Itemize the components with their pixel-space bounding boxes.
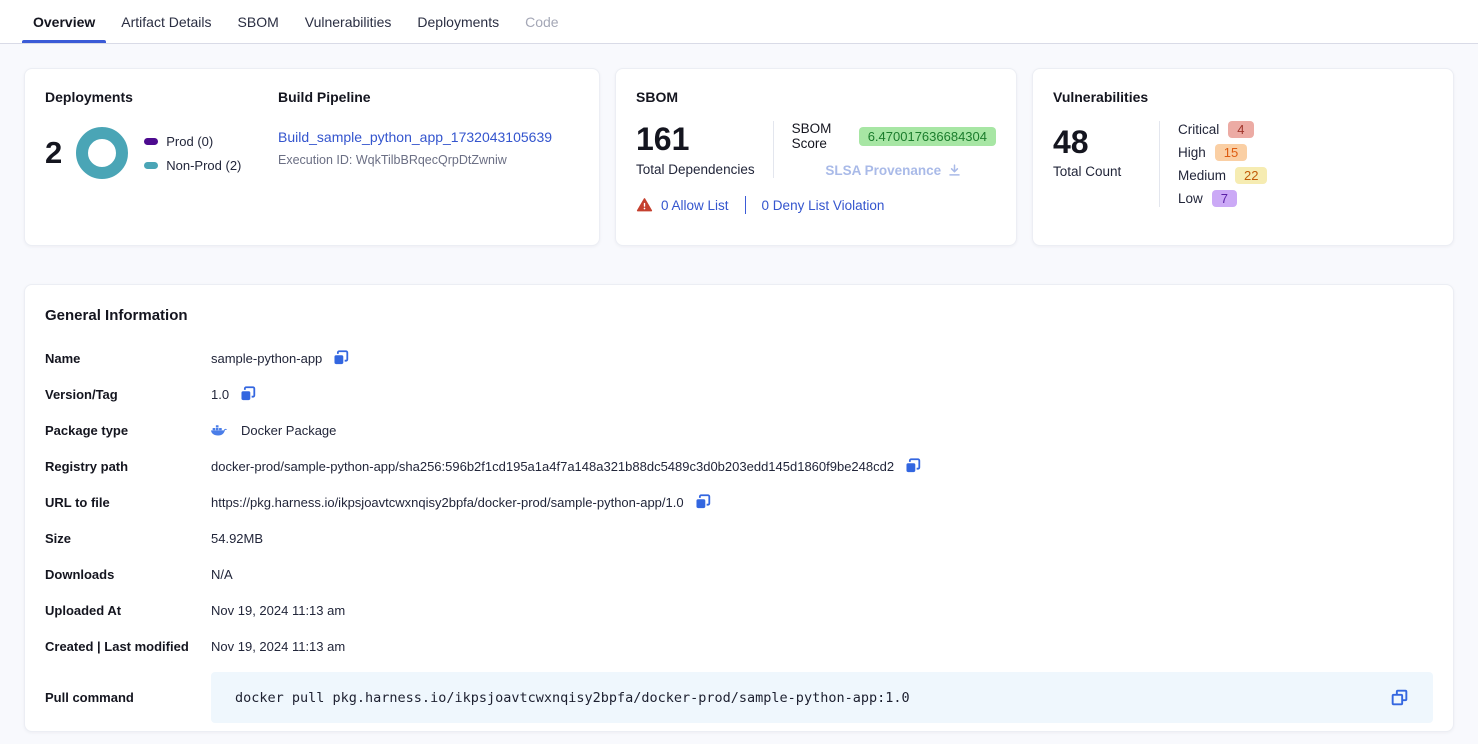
severity-list: Critical 4 High 15 Medium 22 Low 7 [1178,121,1267,207]
package-type-value: Docker Package [241,423,336,438]
tab-sbom[interactable]: SBOM [225,0,292,43]
severity-high-label: High [1178,145,1206,160]
legend-item-prod: Prod (0) [144,134,241,149]
deny-list-link[interactable]: 0 Deny List Violation [762,198,885,213]
deployments-card-title: Deployments [45,89,278,105]
severity-low-count-badge: 7 [1212,190,1237,207]
registry-path-label: Registry path [45,459,211,474]
info-row-name: Name sample-python-app [45,340,1433,376]
uploaded-at-value: Nov 19, 2024 11:13 am [211,603,345,618]
tab-vulnerabilities[interactable]: Vulnerabilities [292,0,405,43]
sbom-card: SBOM 161 Total Dependencies SBOM Score 6… [615,68,1017,246]
info-row-created: Created | Last modified Nov 19, 2024 11:… [45,628,1433,664]
warning-icon [636,197,653,213]
url-label: URL to file [45,495,211,510]
vulnerabilities-total-count: 48 [1053,125,1141,160]
info-row-uploaded-at: Uploaded At Nov 19, 2024 11:13 am [45,592,1433,628]
severity-medium-count-badge: 22 [1235,167,1267,184]
name-value: sample-python-app [211,351,322,366]
vulnerabilities-total-label: Total Count [1053,164,1141,179]
download-icon [947,163,962,178]
severity-critical-label: Critical [1178,122,1219,137]
info-row-size: Size 54.92MB [45,520,1433,556]
info-row-registry-path: Registry path docker-prod/sample-python-… [45,448,1433,484]
prod-label: Prod (0) [166,134,213,149]
vulnerabilities-divider [1159,121,1160,207]
build-pipeline-title: Build Pipeline [278,89,579,105]
tab-code[interactable]: Code [512,0,571,43]
uploaded-at-label: Uploaded At [45,603,211,618]
vulnerabilities-card: Vulnerabilities 48 Total Count Critical … [1032,68,1454,246]
copy-pull-command-icon[interactable] [1390,688,1409,707]
general-info-card: General Information Name sample-python-a… [24,284,1454,732]
registry-path-value: docker-prod/sample-python-app/sha256:596… [211,459,894,474]
name-label: Name [45,351,211,366]
copy-url-icon[interactable] [694,493,712,511]
sbom-total-label: Total Dependencies [636,162,755,177]
size-label: Size [45,531,211,546]
info-row-downloads: Downloads N/A [45,556,1433,592]
docker-icon [211,423,228,437]
legend-item-nonprod: Non-Prod (2) [144,158,241,173]
url-value: https://pkg.harness.io/ikpsjoavtcwxnqisy… [211,495,684,510]
downloads-value: N/A [211,567,233,582]
created-label: Created | Last modified [45,639,211,654]
copy-version-icon[interactable] [239,385,257,403]
pull-command-block: docker pull pkg.harness.io/ikpsjoavtcwxn… [211,672,1433,723]
severity-high-count-badge: 15 [1215,144,1247,161]
links-separator [745,196,746,214]
info-row-pull-command: Pull command docker pull pkg.harness.io/… [45,672,1433,723]
tab-bar: Overview Artifact Details SBOM Vulnerabi… [0,0,1478,44]
deployments-card: Deployments 2 Prod (0) Non-Prod (2) [24,68,600,246]
general-info-title: General Information [45,307,1433,324]
deployments-legend: Prod (0) Non-Prod (2) [144,134,241,173]
info-row-version: Version/Tag 1.0 [45,376,1433,412]
package-type-label: Package type [45,423,211,438]
copy-registry-path-icon[interactable] [904,457,922,475]
sbom-score-badge: 6.470017636684304 [859,127,996,146]
execution-id: Execution ID: WqkTilbBRqecQrpDtZwniw [278,153,579,167]
copy-name-icon[interactable] [332,349,350,367]
allow-list-link[interactable]: 0 Allow List [661,198,729,213]
version-value: 1.0 [211,387,229,402]
deployments-total-count: 2 [45,135,62,171]
tab-deployments[interactable]: Deployments [404,0,512,43]
size-value: 54.92MB [211,531,263,546]
sbom-total-count: 161 [636,122,755,157]
severity-critical-count-badge: 4 [1228,121,1253,138]
downloads-label: Downloads [45,567,211,582]
build-pipeline-link[interactable]: Build_sample_python_app_1732043105639 [278,129,552,145]
pull-command-label: Pull command [45,690,211,705]
severity-low-row: Low 7 [1178,190,1267,207]
sbom-total-block: 161 Total Dependencies [636,122,755,176]
sbom-divider [773,121,774,178]
nonprod-label: Non-Prod (2) [166,158,241,173]
severity-low-label: Low [1178,191,1203,206]
nonprod-swatch [144,162,158,169]
sbom-score-label: SBOM Score [792,121,851,151]
created-value: Nov 19, 2024 11:13 am [211,639,345,654]
severity-high-row: High 15 [1178,144,1267,161]
info-row-package-type: Package type Docker Package [45,412,1433,448]
info-row-url: URL to file https://pkg.harness.io/ikpsj… [45,484,1433,520]
vulnerabilities-card-title: Vulnerabilities [1053,89,1433,105]
severity-medium-label: Medium [1178,168,1226,183]
version-label: Version/Tag [45,387,211,402]
pull-command-text: docker pull pkg.harness.io/ikpsjoavtcwxn… [235,690,910,706]
tab-overview[interactable]: Overview [20,0,108,43]
deployments-donut-chart [76,127,128,179]
slsa-provenance-label: SLSA Provenance [825,163,941,178]
prod-swatch [144,138,158,145]
vulnerabilities-total-block: 48 Total Count [1053,121,1141,207]
tab-artifact-details[interactable]: Artifact Details [108,0,224,43]
severity-critical-row: Critical 4 [1178,121,1267,138]
severity-medium-row: Medium 22 [1178,167,1267,184]
slsa-provenance-link[interactable]: SLSA Provenance [792,163,996,178]
sbom-card-title: SBOM [636,89,996,105]
